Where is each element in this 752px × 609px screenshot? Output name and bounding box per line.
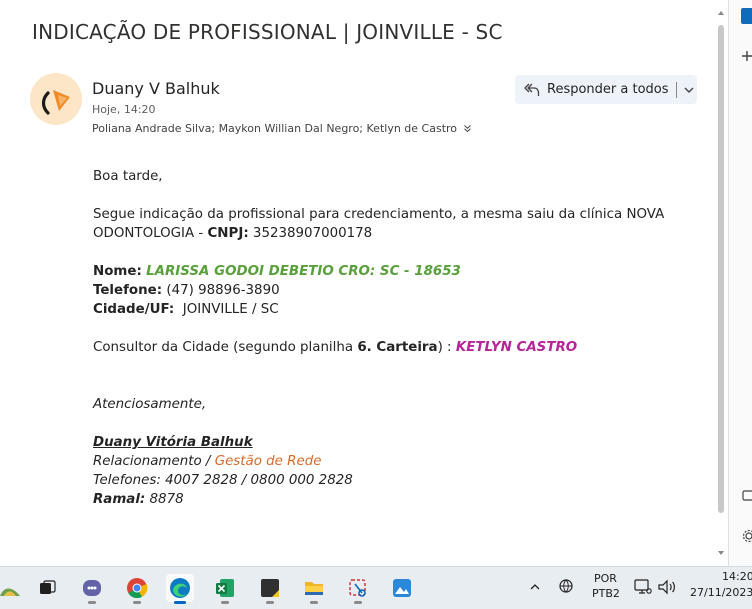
- show-hidden-icons-icon[interactable]: [529, 582, 541, 592]
- cidade-value: JOINVILLE / SC: [174, 302, 278, 317]
- telefone-label: Telefone:: [93, 283, 162, 298]
- right-side-panel: [728, 0, 752, 566]
- signature-dept-b: Gestão de Rede: [215, 454, 322, 469]
- ramal-value: 8878: [145, 492, 183, 507]
- closing: Atenciosamente,: [93, 395, 693, 414]
- expand-recipients-icon[interactable]: [463, 124, 472, 133]
- signature-phones: Telefones: 4007 2828 / 0800 000 2828: [93, 471, 693, 490]
- chrome-icon[interactable]: [123, 574, 151, 602]
- consultor-suffix: ) :: [438, 340, 456, 355]
- consultor-line: Consultor da Cidade (segundo planilha 6.…: [93, 338, 693, 357]
- file-explorer-icon[interactable]: [300, 574, 328, 602]
- reply-all-icon: [523, 81, 541, 99]
- telefone-line: Telefone: (47) 98896-3890: [93, 281, 693, 300]
- widgets-icon[interactable]: [0, 574, 24, 602]
- reply-all-button[interactable]: Responder a todos: [515, 75, 697, 104]
- keyboard-layout[interactable]: PTB2: [592, 587, 620, 600]
- sticky-notes-icon[interactable]: [256, 574, 284, 602]
- nome-value: LARISSA GODOI DEBETIO CRO: SC - 18653: [146, 264, 461, 279]
- cidade-line: Cidade/UF: JOINVILLE / SC: [93, 300, 693, 319]
- running-indicator: [266, 601, 274, 604]
- excel-icon[interactable]: [211, 574, 239, 602]
- email-date: Hoje, 14:20: [92, 103, 156, 116]
- volume-icon[interactable]: [657, 578, 677, 596]
- cnpj-label: CNPJ:: [207, 226, 248, 241]
- signature-dept-a: Relacionamento /: [93, 454, 215, 469]
- running-indicator: [354, 601, 362, 604]
- signature-ramal: Ramal: 8878: [93, 490, 693, 509]
- outlook-icon[interactable]: [741, 8, 752, 24]
- telefone-value: (47) 98896-3890: [162, 283, 280, 298]
- intro-text: Segue indicação da profissional para cre…: [93, 207, 664, 241]
- vertical-scrollbar[interactable]: [716, 8, 726, 560]
- greeting: Boa tarde,: [93, 167, 693, 186]
- intro-paragraph: Segue indicação da profissional para cre…: [93, 205, 693, 243]
- reading-pane: INDICAÇÃO DE PROFISSIONAL | JOINVILLE - …: [0, 0, 728, 566]
- language-indicator[interactable]: POR: [594, 572, 617, 585]
- taskbar: POR PTB2 14:20 27/11/2023: [0, 566, 752, 609]
- recipients-list: Poliana Andrade Silva; Maykon Willian Da…: [92, 122, 457, 135]
- email-body: Boa tarde, Segue indicação da profission…: [93, 167, 693, 509]
- email-subject: INDICAÇÃO DE PROFISSIONAL | JOINVILLE - …: [32, 20, 503, 44]
- consultor-prefix: Consultor da Cidade (segundo planilha: [93, 340, 357, 355]
- nome-label: Nome:: [93, 264, 142, 279]
- scroll-down-icon[interactable]: [716, 548, 726, 558]
- active-indicator: [174, 601, 186, 604]
- cnpj-value: 35238907000178: [249, 226, 373, 241]
- teams-icon[interactable]: [78, 574, 106, 602]
- running-indicator: [88, 601, 96, 604]
- clock-time[interactable]: 14:20: [722, 570, 752, 583]
- nome-line: Nome: LARISSA GODOI DEBETIO CRO: SC - 18…: [93, 262, 693, 281]
- add-icon[interactable]: [741, 48, 752, 64]
- running-indicator: [310, 601, 318, 604]
- snipping-tool-icon[interactable]: [344, 574, 372, 602]
- edge-icon[interactable]: [166, 574, 194, 602]
- recipients-line[interactable]: Poliana Andrade Silva; Maykon Willian Da…: [92, 122, 472, 135]
- chevron-down-icon[interactable]: [683, 84, 695, 96]
- cidade-label: Cidade/UF:: [93, 302, 174, 317]
- button-divider: [676, 82, 677, 98]
- panel-icon[interactable]: [741, 488, 752, 504]
- consultor-name: KETLYN CASTRO: [456, 340, 577, 355]
- consultor-sheet: 6. Carteira: [357, 340, 437, 355]
- sender-avatar[interactable]: [30, 73, 82, 125]
- running-indicator: [133, 601, 141, 604]
- network-icon[interactable]: [557, 578, 575, 594]
- signature-dept: Relacionamento / Gestão de Rede: [93, 452, 693, 471]
- reply-all-label: Responder a todos: [547, 82, 669, 97]
- task-view-icon[interactable]: [33, 574, 61, 602]
- display-icon[interactable]: [633, 578, 653, 596]
- signature-name: Duany Vitória Balhuk: [93, 433, 693, 452]
- ramal-label: Ramal:: [93, 492, 145, 507]
- scroll-up-icon[interactable]: [716, 8, 726, 18]
- settings-icon[interactable]: [741, 528, 752, 544]
- sender-name[interactable]: Duany V Balhuk: [92, 79, 220, 98]
- clock-date[interactable]: 27/11/2023: [690, 586, 752, 599]
- running-indicator: [221, 601, 229, 604]
- photos-icon[interactable]: [388, 574, 416, 602]
- scrollbar-thumb[interactable]: [718, 25, 724, 513]
